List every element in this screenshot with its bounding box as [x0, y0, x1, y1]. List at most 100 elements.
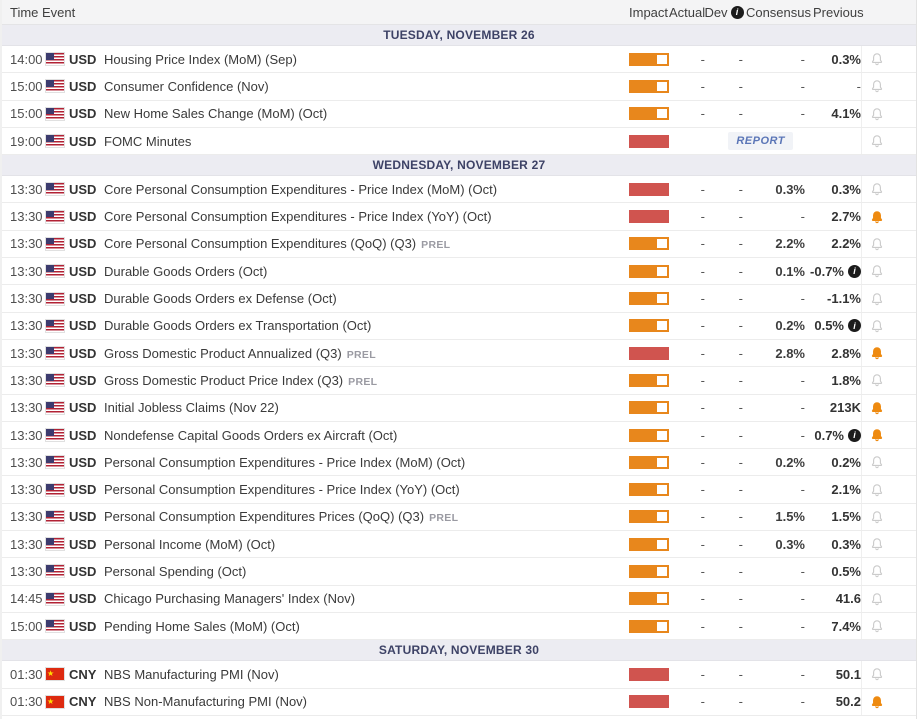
event-row[interactable]: 13:30 USD Personal Spending (Oct) - - - …: [2, 558, 916, 585]
event-row[interactable]: 15:00 USD Pending Home Sales (MoM) (Oct)…: [2, 613, 916, 640]
report-link[interactable]: REPORT: [728, 132, 793, 150]
alert-bell-icon[interactable]: [869, 400, 885, 416]
alert-bell-icon[interactable]: [869, 694, 885, 710]
event-name[interactable]: Personal Consumption Expenditures Prices…: [104, 509, 629, 524]
event-name[interactable]: Housing Price Index (MoM) (Sep): [104, 52, 629, 67]
event-row[interactable]: 01:30 CNY NBS Manufacturing PMI (Nov) - …: [2, 661, 916, 688]
economic-calendar-table: Time Event Impact Actual Dev i Consensus…: [0, 0, 917, 719]
alert-bell-icon[interactable]: [869, 618, 885, 634]
event-row[interactable]: 19:00 USD FOMC Minutes REPORT i: [2, 128, 916, 155]
currency-code: USD: [69, 591, 104, 606]
event-row[interactable]: 14:45 USD Chicago Purchasing Managers' I…: [2, 586, 916, 613]
event-title: NBS Non-Manufacturing PMI (Nov): [104, 694, 307, 709]
event-name[interactable]: Durable Goods Orders ex Defense (Oct): [104, 291, 629, 306]
alert-bell-icon[interactable]: [869, 236, 885, 252]
event-time: 19:00: [2, 134, 42, 149]
previous-value: 213K: [830, 400, 861, 415]
alert-bell-icon[interactable]: [869, 106, 885, 122]
alert-bell-icon[interactable]: [869, 591, 885, 607]
alert-bell-icon[interactable]: [869, 345, 885, 361]
event-row[interactable]: 13:30 USD Personal Consumption Expenditu…: [2, 449, 916, 476]
alert-bell-icon[interactable]: [869, 209, 885, 225]
event-name[interactable]: FOMC Minutes: [104, 134, 629, 149]
event-row[interactable]: 14:00 USD Housing Price Index (MoM) (Sep…: [2, 46, 916, 73]
revision-info-icon[interactable]: i: [848, 265, 861, 278]
day-section: WEDNESDAY, NOVEMBER 27 13:30 USD Core Pe…: [2, 155, 916, 640]
event-row[interactable]: 15:00 USD Consumer Confidence (Nov) - - …: [2, 73, 916, 100]
event-row[interactable]: 13:30 USD Initial Jobless Claims (Nov 22…: [2, 395, 916, 422]
event-row[interactable]: 13:30 USD Personal Consumption Expenditu…: [2, 476, 916, 503]
alert-bell-icon[interactable]: [869, 372, 885, 388]
alert-bell-icon[interactable]: [869, 666, 885, 682]
impact-bar-filled: [629, 429, 655, 442]
event-name[interactable]: Core Personal Consumption Expenditures -…: [104, 209, 629, 224]
event-row[interactable]: 13:30 USD Core Personal Consumption Expe…: [2, 231, 916, 258]
alert-bell-icon[interactable]: [869, 181, 885, 197]
event-title: Durable Goods Orders ex Defense (Oct): [104, 291, 337, 306]
event-name[interactable]: Durable Goods Orders ex Transportation (…: [104, 318, 629, 333]
alert-bell-icon[interactable]: [869, 133, 885, 149]
event-name[interactable]: Personal Consumption Expenditures - Pric…: [104, 482, 629, 497]
event-row[interactable]: 01:30 CNY NBS Non-Manufacturing PMI (Nov…: [2, 689, 916, 716]
event-row[interactable]: 13:30 USD Gross Domestic Product Annuali…: [2, 340, 916, 367]
event-time: 13:30: [2, 509, 42, 524]
revision-info-icon[interactable]: i: [848, 319, 861, 332]
event-name[interactable]: Gross Domestic Product Annualized (Q3) P…: [104, 346, 629, 361]
event-name[interactable]: Nondefense Capital Goods Orders ex Aircr…: [104, 428, 629, 443]
event-row[interactable]: 13:30 USD Personal Consumption Expenditu…: [2, 504, 916, 531]
alert-bell-icon[interactable]: [869, 563, 885, 579]
event-name[interactable]: Personal Spending (Oct): [104, 564, 629, 579]
date-header-label: SATURDAY, NOVEMBER 30: [379, 643, 539, 657]
alert-cell: [861, 101, 916, 127]
alert-bell-icon[interactable]: [869, 318, 885, 334]
event-row[interactable]: 13:30 USD Core Personal Consumption Expe…: [2, 203, 916, 230]
alert-bell-icon[interactable]: [869, 509, 885, 525]
event-name[interactable]: Pending Home Sales (MoM) (Oct): [104, 619, 629, 634]
alert-bell-icon[interactable]: [869, 78, 885, 94]
prel-tag: PREL: [429, 512, 458, 524]
event-name[interactable]: Core Personal Consumption Expenditures (…: [104, 236, 629, 251]
alert-bell-icon[interactable]: [869, 454, 885, 470]
event-title: FOMC Minutes: [104, 134, 191, 149]
alert-bell-icon[interactable]: [869, 482, 885, 498]
impact-indicator: [629, 374, 669, 387]
alert-bell-icon[interactable]: [869, 291, 885, 307]
currency-code: USD: [69, 373, 104, 388]
alert-bell-icon[interactable]: [869, 427, 885, 443]
actual-value: -: [669, 264, 705, 279]
event-name[interactable]: Durable Goods Orders (Oct): [104, 264, 629, 279]
event-row[interactable]: 13:30 USD Personal Income (MoM) (Oct) - …: [2, 531, 916, 558]
event-name[interactable]: NBS Manufacturing PMI (Nov): [104, 667, 629, 682]
alert-cell: [861, 422, 916, 448]
revision-info-icon[interactable]: i: [848, 429, 861, 442]
impact-bar-empty: [655, 483, 669, 496]
event-name[interactable]: Chicago Purchasing Managers' Index (Nov): [104, 591, 629, 606]
impact-bar-empty: [655, 265, 669, 278]
event-name[interactable]: Initial Jobless Claims (Nov 22): [104, 400, 629, 415]
previous-cell: 0.7% i: [805, 428, 861, 443]
event-name[interactable]: New Home Sales Change (MoM) (Oct): [104, 106, 629, 121]
event-row[interactable]: 13:30 USD Gross Domestic Product Price I…: [2, 367, 916, 394]
alert-bell-icon[interactable]: [869, 263, 885, 279]
us-flag-icon: [46, 511, 64, 523]
event-name[interactable]: Core Personal Consumption Expenditures -…: [104, 182, 629, 197]
event-row[interactable]: 13:30 USD Durable Goods Orders ex Defens…: [2, 285, 916, 312]
event-row[interactable]: 13:30 USD Core Personal Consumption Expe…: [2, 176, 916, 203]
actual-value: -: [669, 564, 705, 579]
event-row[interactable]: 13:30 USD Durable Goods Orders (Oct) - -…: [2, 258, 916, 285]
consensus-value: 0.2%: [743, 318, 805, 333]
event-name[interactable]: Consumer Confidence (Nov): [104, 79, 629, 94]
currency-code: USD: [69, 264, 104, 279]
prel-tag: PREL: [347, 349, 376, 361]
event-name[interactable]: NBS Non-Manufacturing PMI (Nov): [104, 694, 629, 709]
event-name[interactable]: Personal Income (MoM) (Oct): [104, 537, 629, 552]
event-row[interactable]: 13:30 USD Durable Goods Orders ex Transp…: [2, 313, 916, 340]
alert-bell-icon[interactable]: [869, 51, 885, 67]
event-row[interactable]: 13:30 USD Nondefense Capital Goods Order…: [2, 422, 916, 449]
dev-info-icon[interactable]: i: [731, 6, 744, 19]
us-flag-icon: [46, 320, 64, 332]
event-name[interactable]: Gross Domestic Product Price Index (Q3) …: [104, 373, 629, 388]
event-name[interactable]: Personal Consumption Expenditures - Pric…: [104, 455, 629, 470]
alert-bell-icon[interactable]: [869, 536, 885, 552]
event-row[interactable]: 15:00 USD New Home Sales Change (MoM) (O…: [2, 101, 916, 128]
